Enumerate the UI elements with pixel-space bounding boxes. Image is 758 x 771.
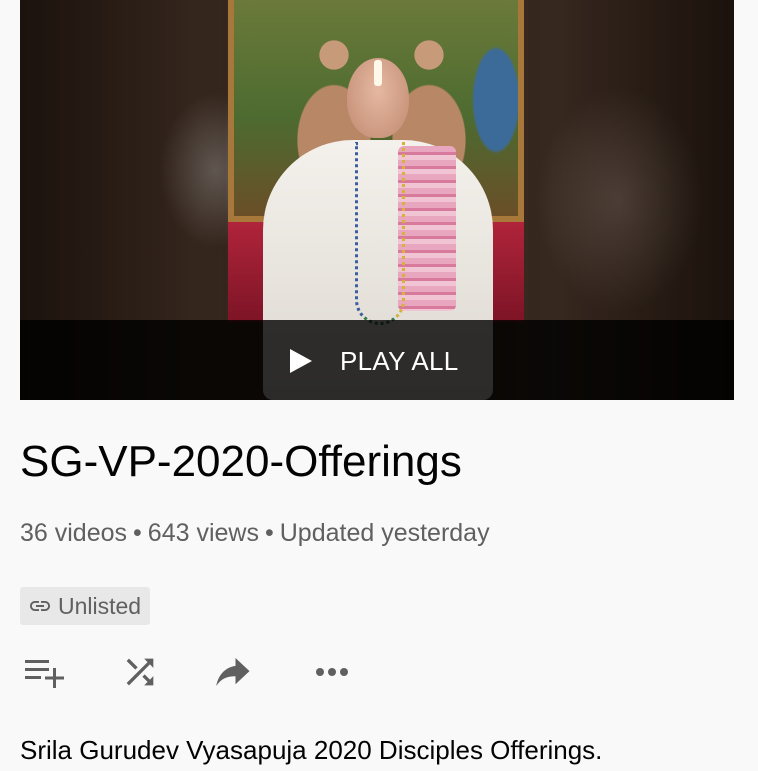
speaker-tilak — [374, 60, 382, 86]
share-icon — [216, 658, 250, 686]
privacy-badge: Unlisted — [20, 587, 151, 625]
speaker-beads — [355, 142, 405, 325]
shuffle-icon — [126, 658, 154, 686]
playlist-thumbnail[interactable] — [20, 0, 734, 400]
link-icon — [28, 594, 52, 618]
play-icon — [290, 349, 312, 373]
playlist-page: PLAY ALL SG-VP-2020-Offerings 36 videos •… — [0, 0, 758, 771]
shuffle-button[interactable] — [116, 650, 164, 694]
playlist-title: SG-VP-2020-Offerings — [20, 437, 462, 486]
play-all-label: PLAY ALL — [340, 346, 459, 376]
stats-separator: • — [264, 519, 274, 547]
share-button[interactable] — [208, 650, 256, 694]
more-horizontal-icon — [316, 668, 348, 676]
stats-separator: • — [133, 519, 142, 547]
playlist-stats: 36 videos • 643 views • Updated yesterday — [20, 516, 490, 550]
updated-date: Updated yesterday — [279, 519, 490, 547]
more-button[interactable] — [308, 650, 356, 694]
speaker-scarf — [398, 146, 456, 311]
playlist-description: Srila Gurudev Vyasapuja 2020 Disciples O… — [20, 735, 603, 765]
play-all-button[interactable]: PLAY ALL — [290, 344, 459, 378]
playlist-add-icon — [25, 660, 64, 688]
privacy-label: Unlisted — [58, 592, 142, 619]
save-to-playlist-button[interactable] — [20, 650, 68, 694]
video-count: 36 videos — [20, 519, 128, 547]
view-count: 643 views — [147, 519, 259, 547]
